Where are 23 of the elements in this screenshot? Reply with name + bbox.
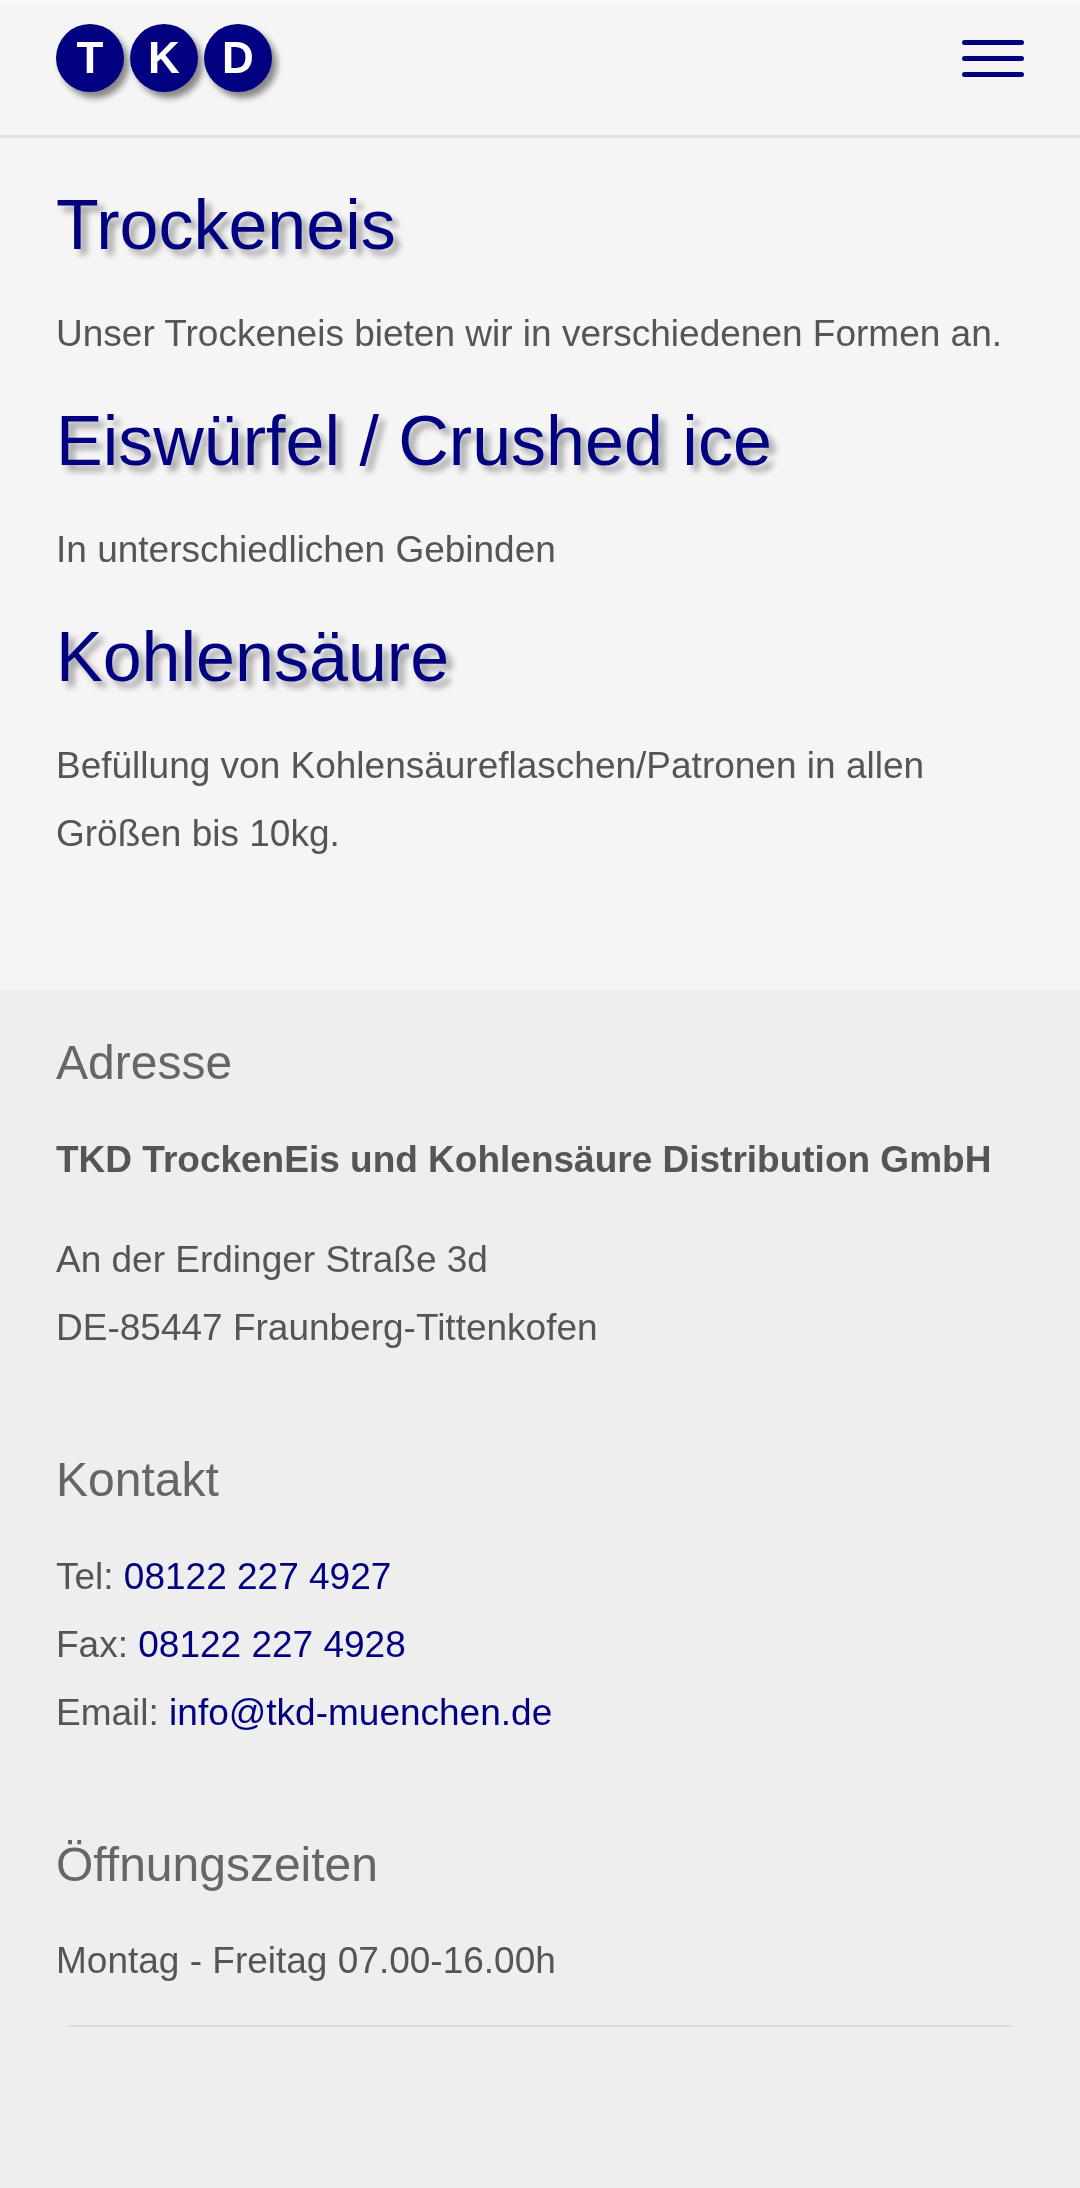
contact-label: Fax: [56, 1624, 128, 1665]
section-heading: Eiswürfel / Crushed ice [56, 401, 773, 482]
section-text: In unterschiedlichen Gebinden [56, 528, 557, 572]
opening-hours: Montag - Freitag 07.00-16.00h [56, 1939, 557, 1983]
section-heading: Kohlensäure [56, 617, 451, 698]
menu-icon[interactable] [962, 37, 1024, 78]
logo-letter[interactable]: T [56, 23, 124, 92]
contact-link[interactable]: 08122 227 4927 [123, 1556, 392, 1597]
footer-heading: Adresse [56, 1035, 234, 1091]
section-heading: Trockeneis [56, 185, 397, 266]
contact-label: Email: [56, 1692, 159, 1733]
section-text: Befüllung von Kohlensäureflaschen/Patronen in allen Größen bis 10kg. [56, 744, 926, 856]
address-line: DE-85447 Fraunberg-Tittenkofen [56, 1306, 599, 1350]
company-name: TKD TrockenEis und Kohlensäure Distribution GmbH [56, 1138, 993, 1182]
footer-heading: Öffnungszeiten [56, 1837, 379, 1893]
logo-letter[interactable]: K [130, 23, 198, 92]
address-line: An der Erdinger Straße 3d [56, 1238, 489, 1282]
contact-link[interactable]: 08122 227 4928 [138, 1624, 406, 1665]
logo-letter[interactable]: D [204, 23, 272, 92]
contact-label: Tel: [56, 1556, 114, 1597]
footer-heading: Kontakt [56, 1452, 220, 1508]
section-text: Unser Trockeneis bieten wir in verschiedenen Formen an. [56, 312, 1003, 356]
contact-link[interactable]: info@tkd-muenchen.de [169, 1692, 553, 1733]
